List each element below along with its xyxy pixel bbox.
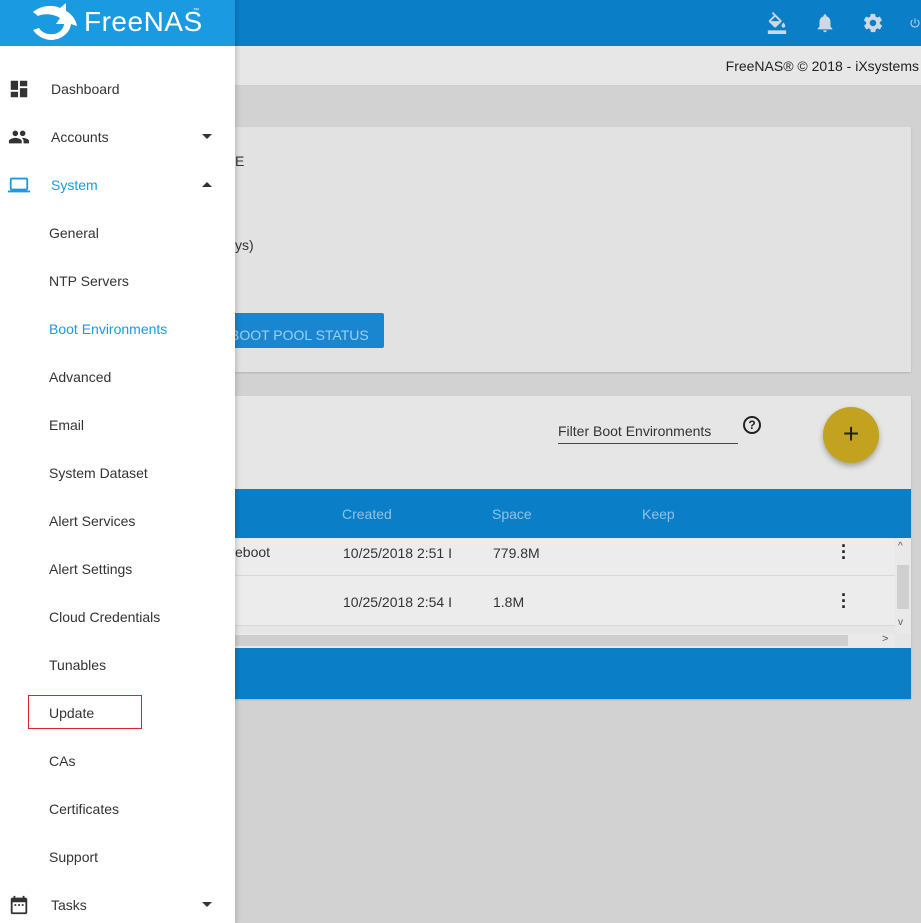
sidebar-subitem-general[interactable]: General [0, 209, 235, 257]
accounts-icon [8, 126, 30, 148]
row-name: eboot [235, 544, 271, 560]
row-space: 1.8M [493, 594, 525, 610]
vertical-scroll-thumb[interactable] [897, 565, 909, 609]
sidebar-subitem-update[interactable]: Update [0, 689, 235, 737]
sidebar-subitem-label: NTP Servers [49, 273, 129, 289]
sidebar-nav: Dashboard Accounts System General NTP Se… [0, 65, 235, 923]
sidebar-item-system[interactable]: System [0, 161, 235, 209]
chevron-down-icon[interactable] [202, 134, 212, 139]
sidebar-item-label: Dashboard [51, 81, 120, 97]
add-boot-environment-button[interactable]: + [823, 407, 879, 463]
logo-trademark: ™ [193, 8, 199, 14]
chevron-down-icon[interactable] [202, 902, 212, 907]
row-created: 10/25/2018 2:54 I [343, 594, 452, 610]
calendar-icon [8, 894, 30, 916]
notifications-bell-icon[interactable] [813, 11, 837, 35]
sidebar-subitem-label: Certificates [49, 801, 120, 817]
copyright-bar: FreeNAS® © 2018 - iXsystems [235, 46, 921, 86]
scroll-down-arrow-icon[interactable]: v [898, 617, 903, 628]
boot-info-line-2: ys) [235, 237, 254, 253]
sidebar-subitem-label: Email [49, 417, 85, 433]
row-created: 10/25/2018 2:51 I [343, 545, 452, 561]
sidebar-item-tasks[interactable]: Tasks [0, 881, 235, 923]
horizontal-scroll-thumb[interactable] [235, 635, 848, 646]
sidebar-subitem-ntp-servers[interactable]: NTP Servers [0, 257, 235, 305]
sidebar-subitem-alert-settings[interactable]: Alert Settings [0, 545, 235, 593]
row-menu-icon[interactable]: · · · [840, 586, 848, 616]
sidebar-item-dashboard[interactable]: Dashboard [0, 65, 235, 113]
theme-paint-icon[interactable] [765, 11, 789, 35]
row-menu-icon[interactable]: · · · [840, 537, 848, 567]
help-icon[interactable]: ? [743, 416, 761, 434]
row-space: 779.8M [493, 545, 540, 561]
sidebar-subitem-label: System Dataset [49, 465, 148, 481]
scroll-up-arrow-icon[interactable]: ^ [898, 541, 903, 552]
sidebar-subitem-certificates[interactable]: Certificates [0, 785, 235, 833]
table-row[interactable]: eboot 10/25/2018 2:51 I 779.8M · · · [235, 537, 895, 576]
filter-boot-environments-input[interactable]: Filter Boot Environments [558, 418, 738, 444]
sidebar-subitem-label: Update [49, 705, 95, 721]
chevron-up-icon[interactable] [202, 182, 212, 187]
topbar-icons [741, 0, 921, 46]
sidebar-subitem-tunables[interactable]: Tunables [0, 641, 235, 689]
sidebar-item-label: Tasks [51, 897, 87, 913]
column-created[interactable]: Created [342, 506, 392, 522]
boot-pool-status-label: BOOT POOL STATUS [235, 327, 369, 343]
dashboard-icon [8, 78, 30, 100]
table-vertical-scrollbar[interactable]: ^ v [895, 539, 911, 633]
shark-logo-icon [33, 3, 77, 40]
sidebar-subitem-boot-environments[interactable]: Boot Environments [0, 305, 235, 353]
power-icon[interactable] [909, 11, 921, 35]
settings-gear-icon[interactable] [861, 11, 885, 35]
sidebar-subitem-label: Alert Settings [49, 561, 133, 577]
sidebar-subitem-label: Tunables [49, 657, 107, 673]
sidebar: FreeNAS ™ Dashboard Accounts System Gene… [0, 0, 235, 923]
boot-pool-status-button[interactable]: BOOT POOL STATUS [235, 313, 384, 348]
copyright-text: FreeNAS® © 2018 - iXsystems [725, 58, 919, 74]
column-keep[interactable]: Keep [642, 506, 675, 522]
sidebar-subitem-cloud-credentials[interactable]: Cloud Credentials [0, 593, 235, 641]
table-row[interactable]: 10/25/2018 2:54 I 1.8M · · · [235, 576, 895, 626]
scroll-right-arrow-icon[interactable]: > [882, 633, 888, 645]
sidebar-subitem-advanced[interactable]: Advanced [0, 353, 235, 401]
table-header: Created Space Keep [235, 489, 911, 538]
sidebar-subitem-label: Alert Services [49, 513, 136, 529]
sidebar-subitem-system-dataset[interactable]: System Dataset [0, 449, 235, 497]
sidebar-subitem-label: General [49, 225, 99, 241]
sidebar-subitem-label: Cloud Credentials [49, 609, 161, 625]
sidebar-subitem-cas[interactable]: CAs [0, 737, 235, 785]
laptop-icon [8, 174, 30, 196]
sidebar-subitem-label: Support [49, 849, 99, 865]
sidebar-item-label: Accounts [51, 129, 109, 145]
table-horizontal-scrollbar[interactable]: > [235, 633, 895, 648]
sidebar-subitem-email[interactable]: Email [0, 401, 235, 449]
sidebar-subitem-support[interactable]: Support [0, 833, 235, 881]
boot-info-line-1: E [235, 153, 245, 169]
column-space[interactable]: Space [492, 506, 532, 522]
table-footer [235, 648, 911, 699]
sidebar-subitem-alert-services[interactable]: Alert Services [0, 497, 235, 545]
freenas-logo[interactable]: FreeNAS ™ [0, 0, 235, 46]
sidebar-item-accounts[interactable]: Accounts [0, 113, 235, 161]
sidebar-subitem-label: Advanced [49, 369, 112, 385]
logo-text: FreeNAS [84, 6, 203, 37]
sidebar-subitem-label: CAs [49, 753, 76, 769]
sidebar-subitem-label: Boot Environments [49, 321, 168, 337]
sidebar-item-label: System [51, 177, 98, 193]
